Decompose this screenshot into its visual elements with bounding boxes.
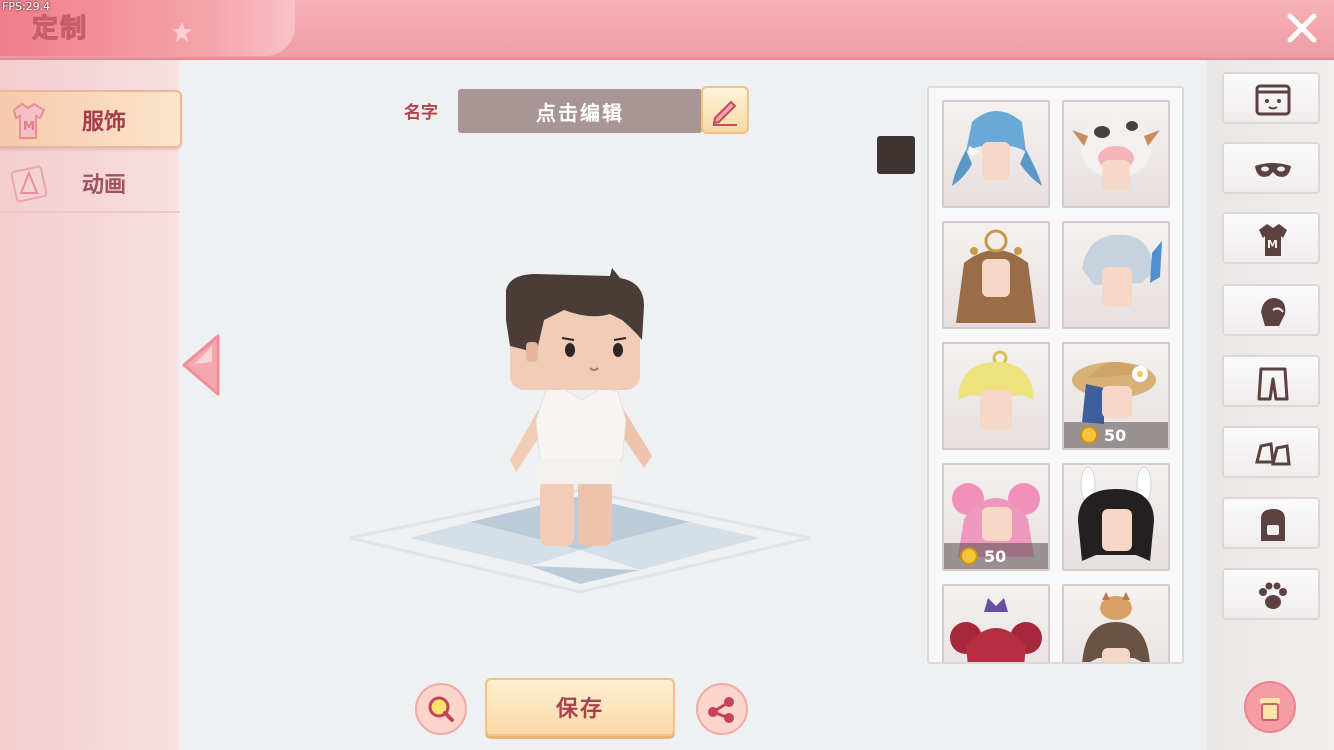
blonde-curly-hair-icon <box>958 350 1034 430</box>
close-icon[interactable] <box>1284 10 1320 46</box>
svg-text:M: M <box>1267 238 1278 251</box>
category-mask[interactable] <box>1222 142 1320 194</box>
item-red-buns-crown-hair[interactable] <box>942 584 1050 662</box>
shirt-icon: M <box>12 102 46 139</box>
item-silver-hair-blue-wings[interactable] <box>1062 221 1170 329</box>
red-buns-crown-hair-icon <box>950 598 1042 662</box>
price-tag: 50 <box>944 543 1048 569</box>
coin-icon <box>960 547 978 565</box>
item-dog-on-head-hair[interactable] <box>1062 584 1170 662</box>
backpack-icon <box>1261 509 1285 541</box>
character-left-leg <box>540 480 574 546</box>
item-straw-hat-flower-hair[interactable]: 50 <box>1062 342 1170 450</box>
trash-icon[interactable] <box>1243 680 1297 734</box>
character-ear <box>526 342 538 362</box>
category-pants[interactable] <box>1222 355 1320 407</box>
category-backpack[interactable] <box>1222 497 1320 549</box>
face-icon <box>1255 84 1291 116</box>
paw-icon <box>1259 582 1287 609</box>
category-shoes[interactable] <box>1222 426 1320 478</box>
cow-hood-hair-icon <box>1072 114 1160 190</box>
item-bunny-ears-black-hair[interactable] <box>1062 463 1170 571</box>
pants-icon <box>1257 367 1289 401</box>
brown-crown-long-hair-icon <box>956 229 1036 323</box>
save-button[interactable]: 保存 <box>485 678 675 736</box>
name-label: 名字 <box>404 103 438 123</box>
fps-counter: FPS:29.4 <box>2 0 51 13</box>
name-input[interactable]: 点击编辑 <box>458 89 702 133</box>
svg-text:M: M <box>23 119 35 133</box>
item-grid[interactable]: 50 50 <box>927 86 1184 664</box>
animation-icon <box>10 165 48 203</box>
category-face[interactable] <box>1222 72 1320 124</box>
item-blonde-curly-hair[interactable] <box>942 342 1050 450</box>
character-right-eye <box>613 343 623 357</box>
rotate-left-arrow-icon[interactable] <box>180 332 224 398</box>
star-decoration-icon <box>172 22 192 42</box>
item-brown-crown-long-hair[interactable] <box>942 221 1050 329</box>
character-shorts <box>538 458 620 484</box>
mask-icon <box>1255 163 1291 177</box>
tab-clothing[interactable]: M 服饰 <box>0 90 182 148</box>
shoes-icon <box>1255 442 1291 466</box>
category-pet[interactable] <box>1222 568 1320 620</box>
coin-icon <box>1080 426 1098 444</box>
item-cow-hood-hair[interactable] <box>1062 100 1170 208</box>
category-sidebar: M 服饰 动画 <box>0 60 182 750</box>
pencil-icon <box>712 100 737 126</box>
character-tank-top <box>535 387 627 461</box>
tab-animation[interactable]: 动画 <box>0 155 180 213</box>
glove-icon <box>1261 298 1286 326</box>
shirt-icon: M <box>1259 224 1287 256</box>
category-gloves[interactable] <box>1222 284 1320 336</box>
character-left-eye <box>565 343 575 357</box>
character-preview[interactable] <box>340 250 820 600</box>
price-value: 50 <box>1104 425 1127 445</box>
edit-name-button[interactable] <box>701 86 749 134</box>
price-tag: 50 <box>1064 422 1168 448</box>
tab-clothing-label: 服饰 <box>82 110 127 135</box>
silver-hair-blue-wings-icon <box>1082 234 1162 307</box>
blue-twintail-hair-icon <box>952 111 1042 186</box>
tab-animation-label: 动画 <box>82 173 127 198</box>
item-blue-twintail-hair[interactable] <box>942 100 1050 208</box>
dog-on-head-hair-icon <box>1082 592 1150 662</box>
item-pink-buns-hair[interactable]: 50 <box>942 463 1050 571</box>
price-value: 50 <box>984 546 1007 566</box>
character-right-leg <box>578 480 612 546</box>
bunny-ears-black-hair-icon <box>1078 466 1154 561</box>
zoom-icon[interactable] <box>414 682 468 736</box>
header-bar: 定制 <box>0 0 1334 60</box>
category-top[interactable]: M <box>1222 212 1320 264</box>
page-title: 定制 <box>31 14 89 45</box>
share-icon[interactable] <box>695 682 749 736</box>
color-swatch[interactable] <box>877 136 915 174</box>
